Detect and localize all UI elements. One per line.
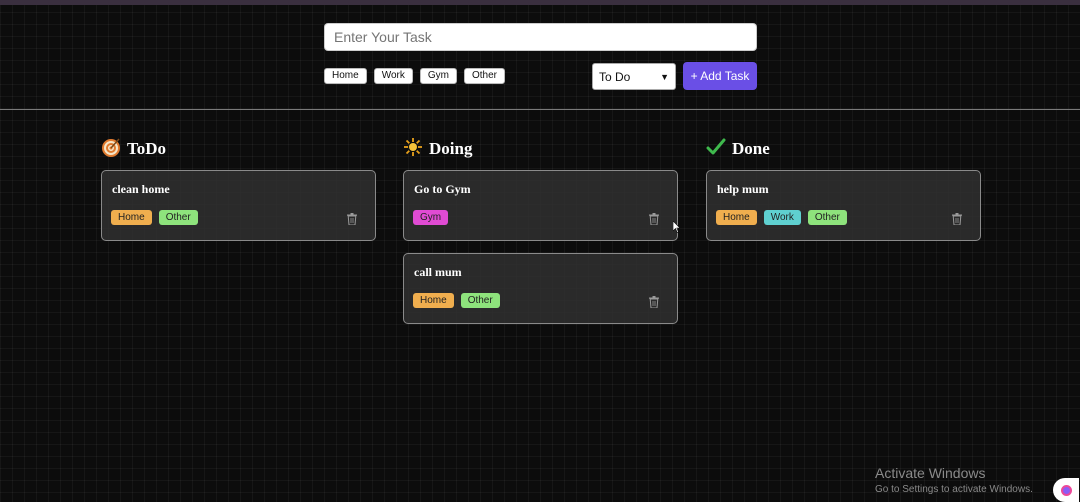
- brain-icon: [1060, 484, 1072, 496]
- task-tags: Gym: [413, 210, 449, 225]
- column-doing: Doing Go to Gym Gym call mum Home Other: [403, 138, 678, 324]
- task-card[interactable]: help mum Home Work Other: [706, 170, 981, 241]
- column-title: Done: [732, 139, 770, 158]
- task-title: Go to Gym: [414, 182, 471, 196]
- task-input[interactable]: [324, 23, 757, 51]
- trash-icon[interactable]: [952, 213, 962, 225]
- status-select-value: To Do: [599, 69, 631, 84]
- column-todo: ToDo clean home Home Other: [101, 138, 376, 241]
- tag-button-work[interactable]: Work: [373, 68, 413, 84]
- trash-icon[interactable]: [347, 213, 357, 225]
- column-header: Doing: [403, 138, 678, 160]
- task-tags: Home Other: [413, 293, 500, 308]
- task-card[interactable]: clean home Home Other: [101, 170, 376, 241]
- task-title: clean home: [112, 182, 170, 196]
- task-card[interactable]: Go to Gym Gym: [403, 170, 678, 241]
- activate-windows-watermark: Activate Windows Go to Settings to activ…: [875, 465, 1033, 495]
- chevron-down-icon: ▼: [660, 71, 669, 82]
- column-header: ToDo: [101, 138, 376, 160]
- watermark-title: Activate Windows: [875, 465, 986, 481]
- column-title: Doing: [429, 139, 473, 158]
- tag-chip: Home: [111, 210, 152, 225]
- tag-button-gym[interactable]: Gym: [419, 68, 457, 84]
- checkmark-icon: [706, 137, 726, 161]
- tag-chip: Other: [158, 210, 198, 225]
- task-tags: Home Other: [111, 210, 198, 225]
- mouse-cursor-icon: [673, 221, 680, 233]
- tag-chip: Other: [460, 293, 500, 308]
- tag-chip: Gym: [413, 210, 449, 225]
- assistant-badge[interactable]: [1053, 478, 1079, 502]
- watermark-subtitle: Go to Settings to activate Windows.: [875, 484, 1033, 495]
- column-title: ToDo: [127, 139, 167, 158]
- tag-button-home[interactable]: Home: [324, 68, 367, 84]
- task-card[interactable]: call mum Home Other: [403, 253, 678, 324]
- divider: [0, 109, 1080, 110]
- sparkle-icon: [403, 137, 423, 161]
- tag-button-other[interactable]: Other: [463, 68, 505, 84]
- trash-icon[interactable]: [649, 213, 659, 225]
- tag-chip: Other: [807, 210, 847, 225]
- add-task-button[interactable]: + Add Task: [683, 62, 757, 90]
- target-icon: [101, 137, 121, 161]
- tag-chip: Work: [763, 210, 801, 225]
- trash-icon[interactable]: [649, 296, 659, 308]
- task-tags: Home Work Other: [716, 210, 847, 225]
- column-done: Done help mum Home Work Other: [706, 138, 981, 241]
- task-title: help mum: [717, 182, 769, 196]
- column-header: Done: [706, 138, 981, 160]
- tag-chip: Home: [716, 210, 757, 225]
- task-title: call mum: [414, 265, 462, 279]
- status-select[interactable]: To Do ▼: [592, 63, 676, 90]
- tag-selector: Home Work Gym Other: [324, 68, 505, 84]
- window-top-strip: [0, 0, 1080, 5]
- tag-chip: Home: [413, 293, 454, 308]
